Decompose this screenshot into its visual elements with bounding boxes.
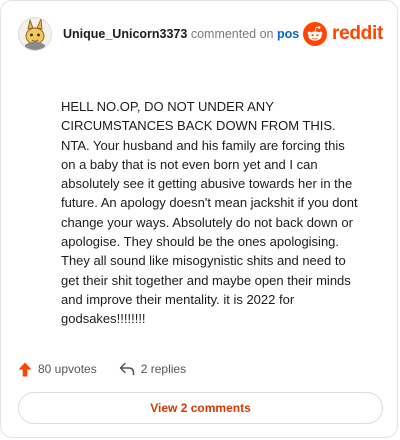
reddit-wordmark: reddit — [332, 23, 383, 44]
reply-count: 2 replies — [140, 362, 187, 376]
upvote-button[interactable]: 80 upvotes — [18, 362, 97, 377]
comment-card: Unique_Unicorn3373 commented on post red… — [0, 0, 398, 438]
post-link[interactable]: post — [277, 27, 299, 41]
reply-arrow-icon — [119, 362, 134, 376]
username-link[interactable]: Unique_Unicorn3373 — [63, 27, 187, 41]
reddit-brand[interactable]: reddit — [303, 22, 383, 46]
reddit-logo-icon — [303, 22, 328, 46]
view-comments-button[interactable]: View 2 comments — [18, 392, 383, 424]
comment-actions: 80 upvotes 2 replies — [18, 359, 186, 379]
action-text: commented on — [190, 27, 274, 41]
unicorn-avatar-icon — [19, 18, 51, 50]
comment-body: HELL NO.OP, DO NOT UNDER ANY CIRCUMSTANC… — [61, 99, 358, 327]
upvote-count: 80 upvotes — [38, 362, 97, 376]
comment-header: Unique_Unicorn3373 commented on post red… — [18, 16, 383, 52]
comment-byline: Unique_Unicorn3373 commented on post — [63, 27, 299, 41]
reply-button[interactable]: 2 replies — [119, 362, 186, 376]
upvote-arrow-icon — [18, 362, 32, 376]
avatar[interactable] — [18, 17, 52, 51]
